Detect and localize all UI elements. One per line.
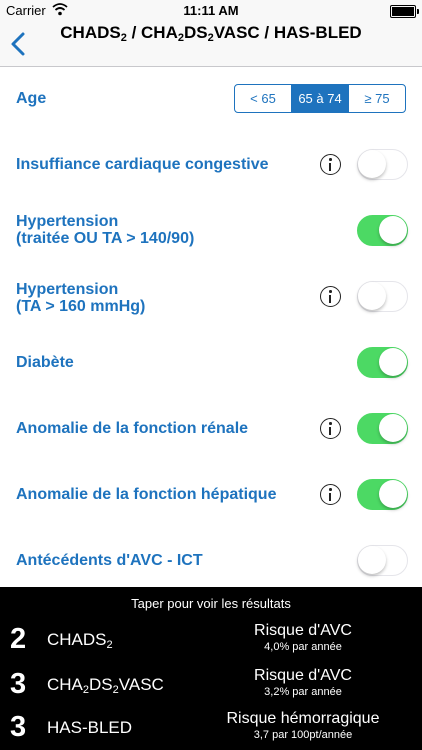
page-title: CHADS2 / CHA2DS2VASC / HAS-BLED <box>60 23 362 44</box>
criterion-label: Antécédents d'AVC - ICT <box>16 552 203 569</box>
navigation-bar: CHADS2 / CHA2DS2VASC / HAS-BLED <box>0 22 422 67</box>
result-name: CHA2DS2VASC <box>47 675 164 696</box>
age-segmented-control[interactable]: < 65 65 à 74 ≥ 75 <box>234 84 406 113</box>
results-panel[interactable]: Taper pour voir les résultats 2 CHADS2 R… <box>0 587 422 750</box>
toggle-knob <box>379 414 407 442</box>
info-icon[interactable] <box>320 154 341 175</box>
result-risk-label: Risque d'AVC <box>254 667 352 684</box>
result-risk-label: Risque d'AVC <box>254 622 352 639</box>
criterion-label: Anomalie de la fonction rénale <box>16 420 249 437</box>
criterion-label-line: Hypertension <box>16 281 119 298</box>
result-score: 3 <box>10 668 27 700</box>
toggle-knob <box>358 546 386 574</box>
toggle-knob <box>379 348 407 376</box>
battery-icon <box>390 5 419 18</box>
age-label: Age <box>16 90 47 107</box>
hepatic-toggle[interactable] <box>357 479 408 510</box>
criterion-row-hepatic: Anomalie de la fonction hépatique <box>0 462 422 528</box>
status-bar: Carrier 11:11 AM <box>0 0 422 22</box>
toggle-knob <box>379 480 407 508</box>
age-option-65-74[interactable]: 65 à 74 <box>292 85 349 112</box>
criterion-row-hypertension-160: Hypertension (TA > 160 mmHg) <box>0 264 422 330</box>
result-score: 3 <box>10 711 27 743</box>
result-name-part: CHADS <box>47 630 107 649</box>
result-name-subscript: 2 <box>106 639 113 651</box>
result-risk-label: Risque hémorragique <box>226 710 380 727</box>
result-risk-value: 4,0% par année <box>264 641 342 653</box>
result-name-part: DS <box>89 675 113 694</box>
chevron-left-icon[interactable] <box>8 31 30 57</box>
criterion-row-hypertension-treated: Hypertension (traitée OU TA > 140/90) <box>0 198 422 264</box>
result-row-has-bled[interactable]: 3 HAS-BLED Risque hémorragique 3,7 par 1… <box>0 708 422 748</box>
result-risk: Risque d'AVC 4,0% par année <box>200 622 406 653</box>
criterion-label: Hypertension (traitée OU TA > 140/90) <box>16 213 194 247</box>
result-name-part: VASC <box>118 675 164 694</box>
criterion-label: Diabète <box>16 354 74 371</box>
age-option-75-plus[interactable]: ≥ 75 <box>349 85 405 112</box>
toggle-knob <box>358 150 386 178</box>
criterion-row-diabetes: Diabète <box>0 330 422 396</box>
criterion-label-line: (traitée OU TA > 140/90) <box>16 230 195 247</box>
criterion-label-line: Hypertension <box>16 213 119 230</box>
diabetes-toggle[interactable] <box>357 347 408 378</box>
age-option-under-65[interactable]: < 65 <box>235 85 292 112</box>
result-risk: Risque d'AVC 3,2% par année <box>200 667 406 698</box>
criterion-row-stroke-history: Antécédents d'AVC - ICT <box>0 528 422 594</box>
info-icon[interactable] <box>320 484 341 505</box>
result-name-part: CHA <box>47 675 83 694</box>
title-part: DS <box>183 23 208 42</box>
result-name: CHADS2 <box>47 630 113 651</box>
result-name: HAS-BLED <box>47 718 132 738</box>
results-hint: Taper pour voir les résultats <box>131 596 291 611</box>
hypertension-treated-toggle[interactable] <box>357 215 408 246</box>
result-score: 2 <box>10 623 27 655</box>
toggle-knob <box>358 282 386 310</box>
result-risk: Risque hémorragique 3,7 par 100pt/année <box>200 710 406 741</box>
criterion-label: Anomalie de la fonction hépatique <box>16 486 277 503</box>
criterion-label: Insuffiance cardiaque congestive <box>16 156 269 173</box>
info-icon[interactable] <box>320 418 341 439</box>
result-risk-value: 3,2% par année <box>264 686 342 698</box>
result-name-part: HAS-BLED <box>47 718 133 737</box>
result-risk-value: 3,7 par 100pt/année <box>253 729 353 741</box>
renal-toggle[interactable] <box>357 413 408 444</box>
title-part: CHADS <box>60 23 121 42</box>
hypertension-160-toggle[interactable] <box>357 281 408 312</box>
criterion-row-renal: Anomalie de la fonction rénale <box>0 396 422 462</box>
toggle-knob <box>379 216 407 244</box>
info-icon[interactable] <box>320 286 341 307</box>
clock: 11:11 AM <box>183 3 239 18</box>
result-row-chads2[interactable]: 2 CHADS2 Risque d'AVC 4,0% par année <box>0 620 422 660</box>
criterion-label-line: (TA > 160 mmHg) <box>16 298 146 315</box>
stroke-history-toggle[interactable] <box>357 545 408 576</box>
title-part: / CHA <box>126 23 178 42</box>
criterion-label: Hypertension (TA > 160 mmHg) <box>16 281 145 315</box>
title-part: VASC / HAS-BLED <box>213 23 362 42</box>
criterion-row-heart-failure: Insuffiance cardiaque congestive <box>0 132 422 198</box>
result-row-cha2ds2vasc[interactable]: 3 CHA2DS2VASC Risque d'AVC 3,2% par anné… <box>0 665 422 705</box>
heart-failure-toggle[interactable] <box>357 149 408 180</box>
